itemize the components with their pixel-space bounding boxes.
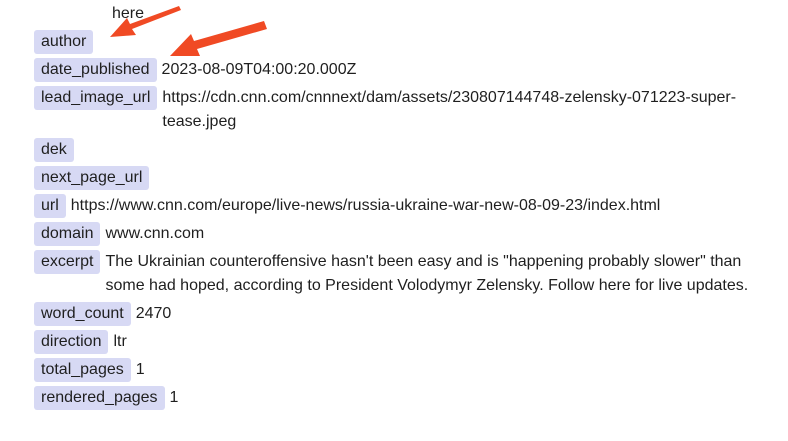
- field-row-date-published: date_published 2023-08-09T04:00:20.000Z: [34, 58, 774, 82]
- field-row-author: author: [34, 30, 774, 54]
- field-value-date-published: 2023-08-09T04:00:20.000Z: [161, 61, 357, 78]
- field-key-direction: direction: [34, 330, 109, 354]
- field-value-rendered-pages: 1: [169, 389, 179, 406]
- field-value-url: https://www.cnn.com/europe/live-news/rus…: [70, 197, 661, 214]
- field-value-domain: www.cnn.com: [105, 225, 205, 242]
- field-key-total-pages: total_pages: [34, 358, 131, 382]
- field-key-domain: domain: [34, 222, 101, 246]
- field-key-word-count: word_count: [34, 302, 131, 326]
- field-row-next-page-url: next_page_url: [34, 166, 774, 190]
- field-row-domain: domain www.cnn.com: [34, 222, 774, 246]
- field-row-lead-image-url: lead_image_url https://cdn.cnn.com/cnnne…: [34, 86, 774, 134]
- field-key-url: url: [34, 194, 66, 218]
- field-row-url: url https://www.cnn.com/europe/live-news…: [34, 194, 774, 218]
- field-value-excerpt: The Ukrainian counteroffensive hasn't be…: [105, 253, 749, 294]
- field-row-direction: direction ltr: [34, 330, 774, 354]
- field-row-total-pages: total_pages 1: [34, 358, 774, 382]
- field-value-word-count: 2470: [135, 305, 172, 322]
- field-value-direction: ltr: [113, 333, 127, 350]
- field-key-dek: dek: [34, 138, 74, 162]
- field-key-author: author: [34, 30, 94, 54]
- field-value-lead-image-url: https://cdn.cnn.com/cnnnext/dam/assets/2…: [162, 89, 737, 130]
- field-key-excerpt: excerpt: [34, 250, 101, 274]
- field-row-word-count: word_count 2470: [34, 302, 774, 326]
- metadata-list: author date_published 2023-08-09T04:00:2…: [34, 30, 774, 414]
- field-key-rendered-pages: rendered_pages: [34, 386, 165, 410]
- field-row-excerpt: excerpt The Ukrainian counteroffensive h…: [34, 250, 774, 298]
- field-key-date-published: date_published: [34, 58, 157, 82]
- field-row-dek: dek: [34, 138, 774, 162]
- field-key-lead-image-url: lead_image_url: [34, 86, 158, 110]
- annotation-note: here: [112, 5, 145, 22]
- field-value-total-pages: 1: [135, 361, 145, 378]
- field-key-next-page-url: next_page_url: [34, 166, 150, 190]
- field-row-rendered-pages: rendered_pages 1: [34, 386, 774, 410]
